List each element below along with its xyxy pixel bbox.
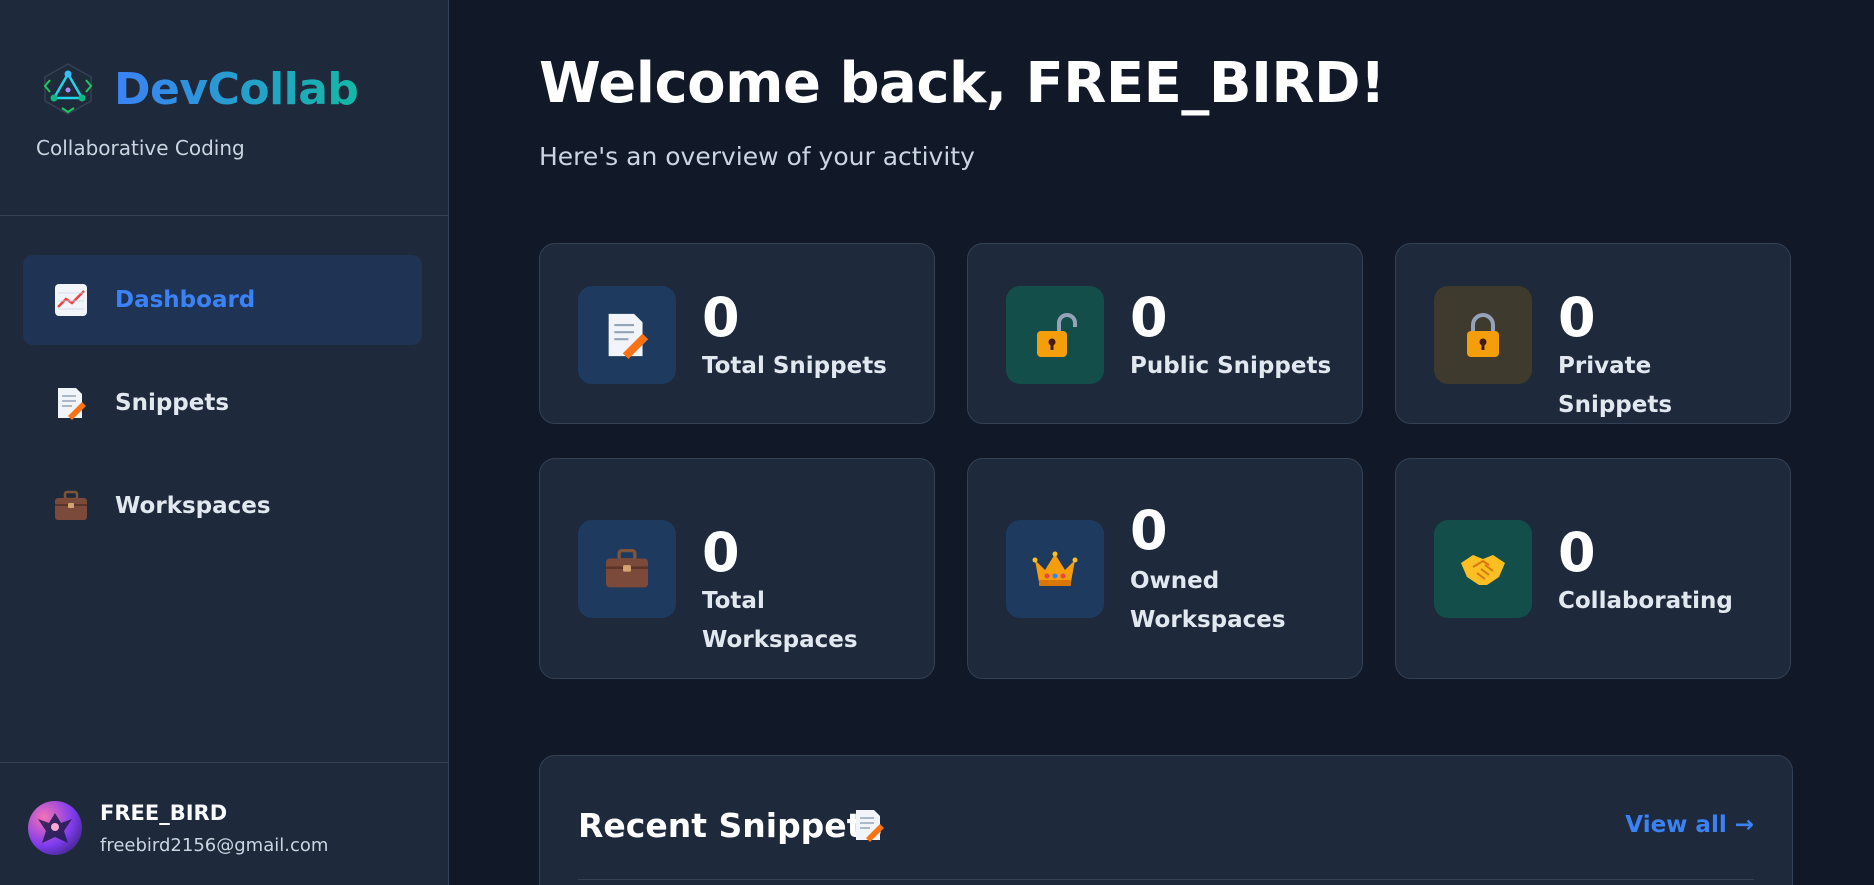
stat-label: Total Snippets: [702, 353, 887, 379]
avatar[interactable]: [28, 801, 82, 855]
stat-value: 0: [1558, 286, 1596, 349]
stat-value: 0: [702, 286, 740, 349]
sidebar-item-dashboard[interactable]: Dashboard: [23, 255, 422, 345]
sidebar-item-label: Dashboard: [115, 287, 256, 313]
locked-icon: [1434, 286, 1532, 384]
handshake-icon: [1434, 520, 1532, 618]
stat-card-public-snippets[interactable]: 0 Public Snippets: [967, 243, 1363, 424]
stat-card-owned-workspaces[interactable]: 0 Owned Workspaces: [967, 458, 1363, 679]
sidebar-item-label: Snippets: [115, 390, 230, 416]
recent-snippets-panel: Recent Snippets View all →: [539, 755, 1793, 885]
sidebar-item-snippets[interactable]: Snippets: [23, 358, 422, 448]
page-subtitle: Here's an overview of your activity: [539, 142, 975, 171]
stat-label: Private Snippets: [1558, 353, 1673, 418]
stat-value: 0: [1130, 286, 1168, 349]
recent-snippets-title: Recent Snippets: [578, 806, 883, 845]
stat-label: Collaborating: [1558, 588, 1733, 614]
stat-value: 0: [1130, 499, 1168, 562]
sidebar-nav: Dashboard Snippets Workspaces: [23, 255, 422, 564]
unlocked-icon: [1006, 286, 1104, 384]
user-email: freebird2156@gmail.com: [100, 835, 329, 856]
stat-value: 0: [1558, 521, 1596, 584]
memo-icon: [854, 808, 884, 846]
stat-card-private-snippets[interactable]: 0 Private Snippets: [1395, 243, 1791, 424]
user-profile[interactable]: FREE_BIRD freebird2156@gmail.com: [0, 762, 449, 885]
divider: [578, 879, 1754, 880]
stat-card-total-workspaces[interactable]: 0 Total Workspaces: [539, 458, 935, 679]
crown-icon: [1006, 520, 1104, 618]
page-title: Welcome back, FREE_BIRD!: [539, 51, 1386, 116]
stat-label: Public Snippets: [1130, 353, 1332, 379]
brand-tagline: Collaborative Coding: [36, 136, 245, 160]
main-content: Welcome back, FREE_BIRD! Here's an overv…: [449, 0, 1874, 885]
briefcase-icon: [578, 520, 676, 618]
view-all-link[interactable]: View all →: [1625, 812, 1754, 838]
stat-value: 0: [702, 521, 740, 584]
memo-icon: [578, 286, 676, 384]
stat-label: Total Workspaces: [702, 588, 858, 653]
stat-card-collaborating[interactable]: 0 Collaborating: [1395, 458, 1791, 679]
sidebar-item-label: Workspaces: [115, 493, 271, 519]
sidebar-item-workspaces[interactable]: Workspaces: [23, 461, 422, 551]
stat-card-total-snippets[interactable]: 0 Total Snippets: [539, 243, 935, 424]
brand-name[interactable]: DevCollab: [114, 64, 359, 116]
user-name: FREE_BIRD: [100, 801, 228, 825]
sidebar: DevCollab Collaborative Coding Dashboard: [0, 0, 449, 885]
memo-icon: [53, 385, 89, 421]
briefcase-icon: [53, 488, 89, 524]
chart-icon: [53, 282, 89, 318]
stat-label: Owned Workspaces: [1130, 568, 1286, 633]
brand-header: DevCollab Collaborative Coding: [0, 0, 448, 216]
devcollab-logo-icon[interactable]: [42, 62, 94, 116]
